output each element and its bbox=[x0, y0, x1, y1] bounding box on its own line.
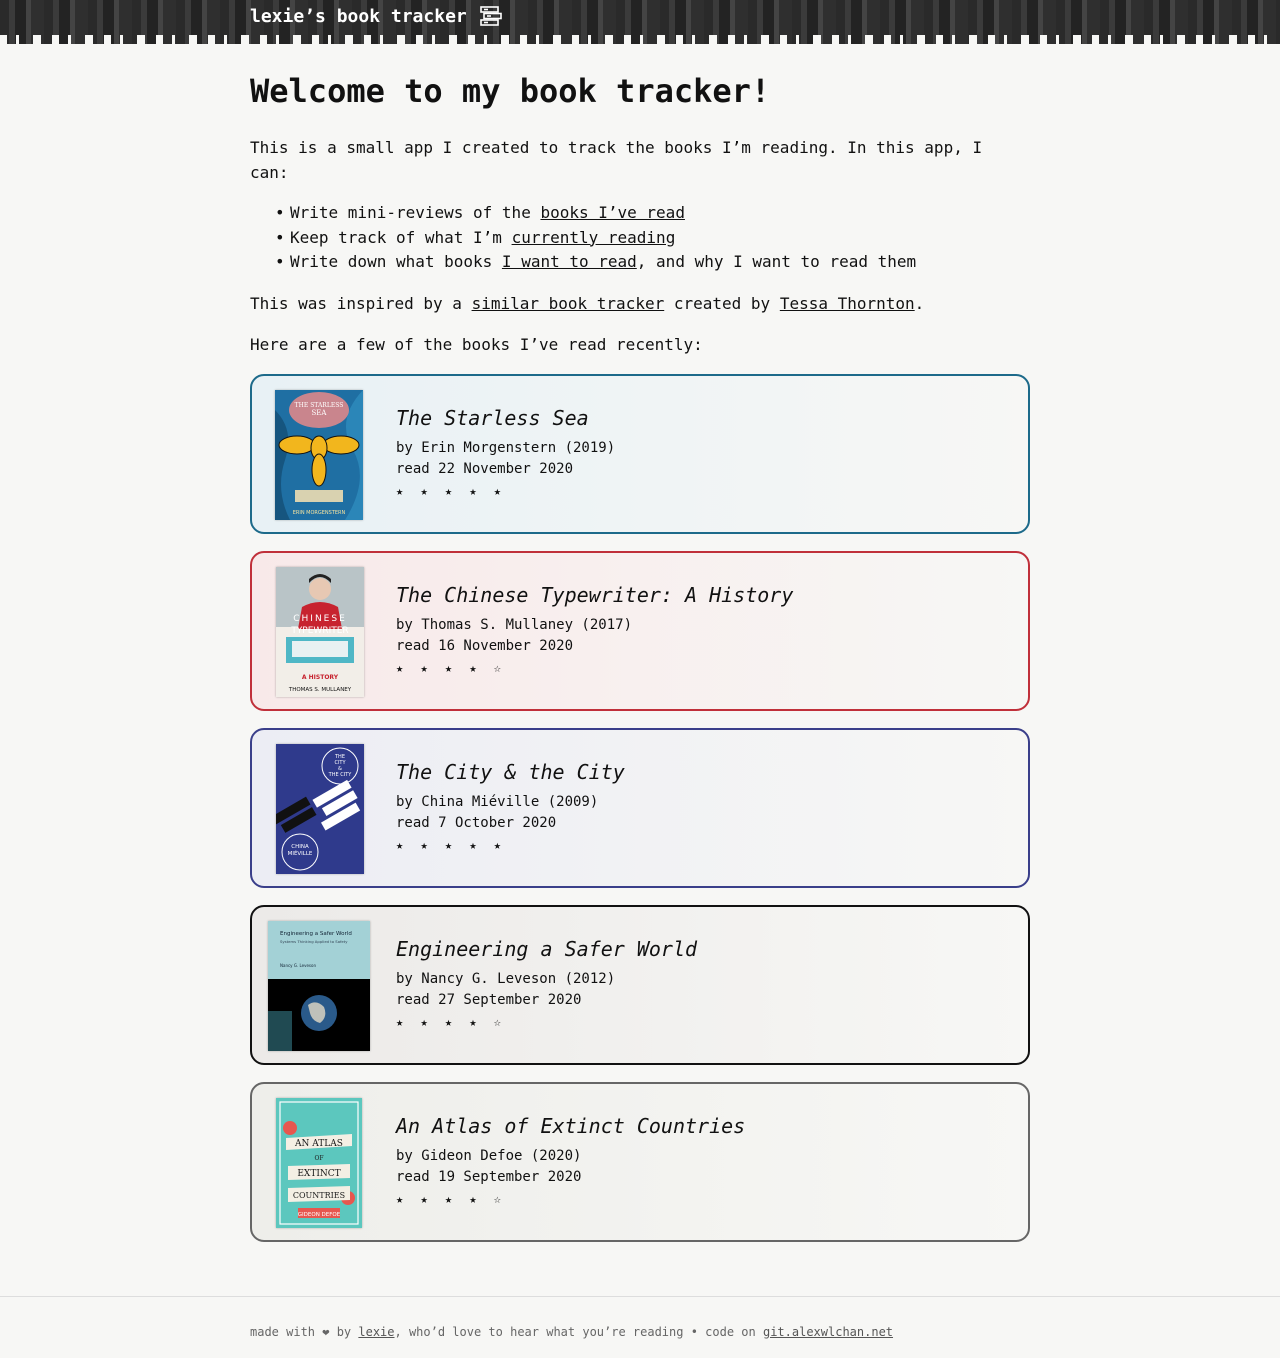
tessa-thornton-link[interactable]: Tessa Thornton bbox=[780, 294, 915, 313]
svg-text:COUNTRIES: COUNTRIES bbox=[293, 1191, 345, 1200]
book-cover-image[interactable]: THE STARLESS SEA ERIN MORGENSTERN bbox=[275, 389, 363, 520]
feature-text: Write down what books bbox=[290, 252, 502, 271]
svg-text:OF: OF bbox=[314, 1155, 323, 1162]
list-item: Write mini-reviews of the books I’ve rea… bbox=[275, 201, 1030, 226]
inspired-text-after: . bbox=[914, 293, 925, 313]
svg-text:THOMAS S. MULLANEY: THOMAS S. MULLANEY bbox=[288, 687, 352, 693]
feature-text: Write mini-reviews of the bbox=[290, 203, 541, 222]
book-card-list: THE STARLESS SEA ERIN MORGENSTERN The St… bbox=[250, 373, 1030, 1242]
page-title: Welcome to my book tracker! bbox=[250, 72, 771, 110]
book-card[interactable]: AN ATLAS OF EXTINCT COUNTRIES GIDEON DEF… bbox=[250, 1081, 1030, 1242]
site-title-link[interactable]: lexie’s book tracker bbox=[250, 6, 467, 27]
book-cover-image[interactable]: CHINESE TYPEWRITER A HISTORY THOMAS S. M… bbox=[276, 566, 364, 697]
svg-text:GIDEON DEFOE: GIDEON DEFOE bbox=[298, 1212, 341, 1218]
footer-text-before: made with ❤ by bbox=[250, 1325, 359, 1339]
book-read-date: read 16 November 2020 bbox=[396, 637, 574, 654]
svg-text:SEA: SEA bbox=[312, 409, 328, 417]
book-rating: ★ ★ ★ ★ ☆ bbox=[396, 660, 507, 675]
book-info: The Chinese Typewriter: A History by Tho… bbox=[396, 581, 793, 679]
book-title[interactable]: The City & the City bbox=[396, 758, 625, 786]
currently-reading-link[interactable]: currently reading bbox=[512, 228, 676, 247]
book-info: The Starless Sea by Erin Morgenstern (20… bbox=[396, 404, 615, 502]
book-read-date: read 27 September 2020 bbox=[396, 991, 582, 1008]
svg-text:Nancy G. Leveson: Nancy G. Leveson bbox=[280, 963, 316, 968]
list-item: Keep track of what I’m currently reading bbox=[275, 226, 1030, 251]
book-info: Engineering a Safer World by Nancy G. Le… bbox=[396, 935, 697, 1033]
svg-text:A HISTORY: A HISTORY bbox=[302, 674, 339, 681]
feature-text: Keep track of what I’m bbox=[290, 227, 512, 247]
svg-text:Systems Thinking Applied to Sa: Systems Thinking Applied to Safety bbox=[280, 939, 348, 944]
book-rating: ★ ★ ★ ★ ★ bbox=[396, 837, 507, 852]
book-rating: ★ ★ ★ ★ ☆ bbox=[396, 1014, 507, 1029]
recent-intro: Here are a few of the books I’ve read re… bbox=[250, 334, 703, 354]
book-cover-image[interactable]: THE CITY & THE CITY CHINA MIÉVILLE bbox=[276, 743, 364, 874]
book-read-date: read 7 October 2020 bbox=[396, 814, 557, 831]
svg-text:THE CITY: THE CITY bbox=[328, 772, 353, 778]
svg-text:AN ATLAS: AN ATLAS bbox=[294, 1139, 343, 1149]
book-author: by Nancy G. Leveson (2012) bbox=[396, 970, 616, 987]
books-icon bbox=[479, 6, 502, 26]
want-to-read-link[interactable]: I want to read bbox=[502, 252, 637, 271]
book-read-date: read 22 November 2020 bbox=[396, 460, 574, 477]
site-footer: made with ❤ by lexie, who’d love to hear… bbox=[0, 1296, 1280, 1358]
book-card[interactable]: THE STARLESS SEA ERIN MORGENSTERN The St… bbox=[250, 373, 1030, 534]
book-author: by Gideon Defoe (2020) bbox=[396, 1147, 582, 1164]
footer-text: made with ❤ by lexie, who’d love to hear… bbox=[250, 1325, 893, 1339]
svg-text:Engineering a Safer World: Engineering a Safer World bbox=[280, 931, 352, 937]
book-cover-image[interactable]: Engineering a Safer World Systems Thinki… bbox=[268, 920, 370, 1051]
book-info: An Atlas of Extinct Countries by Gideon … bbox=[396, 1112, 745, 1210]
book-card[interactable]: THE CITY & THE CITY CHINA MIÉVILLE The C… bbox=[250, 727, 1030, 888]
svg-text:TYPEWRITER: TYPEWRITER bbox=[290, 626, 348, 636]
intro-paragraph: This is a small app I created to track t… bbox=[250, 138, 983, 182]
book-author: by China Miéville (2009) bbox=[396, 793, 599, 810]
book-cover-image[interactable]: AN ATLAS OF EXTINCT COUNTRIES GIDEON DEF… bbox=[276, 1097, 362, 1228]
similar-tracker-link[interactable]: similar book tracker bbox=[472, 294, 665, 313]
svg-text:MIÉVILLE: MIÉVILLE bbox=[288, 849, 313, 857]
inspired-text: This was inspired by a bbox=[250, 293, 472, 313]
svg-text:CHINESE: CHINESE bbox=[293, 614, 347, 624]
svg-text:ERIN MORGENSTERN: ERIN MORGENSTERN bbox=[293, 510, 346, 516]
books-read-link[interactable]: books I’ve read bbox=[540, 203, 685, 222]
book-title[interactable]: An Atlas of Extinct Countries bbox=[396, 1112, 745, 1140]
book-card[interactable]: CHINESE TYPEWRITER A HISTORY THOMAS S. M… bbox=[250, 550, 1030, 711]
main-content: Welcome to my book tracker! This is a sm… bbox=[250, 44, 1030, 1259]
feature-list: Write mini-reviews of the books I’ve rea… bbox=[250, 201, 1030, 275]
svg-text:CHINA: CHINA bbox=[291, 844, 309, 850]
inspired-paragraph: This was inspired by a similar book trac… bbox=[250, 291, 1030, 316]
book-rating: ★ ★ ★ ★ ☆ bbox=[396, 1191, 507, 1206]
book-title[interactable]: Engineering a Safer World bbox=[396, 935, 697, 963]
svg-text:EXTINCT: EXTINCT bbox=[297, 1169, 340, 1179]
book-title[interactable]: The Starless Sea bbox=[396, 404, 615, 432]
book-read-date: read 19 September 2020 bbox=[396, 1168, 582, 1185]
book-rating: ★ ★ ★ ★ ★ bbox=[396, 483, 507, 498]
book-card[interactable]: Engineering a Safer World Systems Thinki… bbox=[250, 904, 1030, 1065]
header-inner: lexie’s book tracker bbox=[250, 5, 503, 27]
feature-text-after: , and why I want to read them bbox=[636, 252, 917, 271]
list-item: Write down what books I want to read, an… bbox=[275, 250, 1030, 275]
lexie-link[interactable]: lexie bbox=[358, 1325, 394, 1339]
book-title[interactable]: The Chinese Typewriter: A History bbox=[396, 581, 793, 609]
book-author: by Erin Morgenstern (2019) bbox=[396, 439, 616, 456]
inspired-text-middle: created by bbox=[664, 293, 780, 313]
site-header: lexie’s book tracker bbox=[0, 0, 1280, 44]
book-info: The City & the City by China Miéville (2… bbox=[396, 758, 625, 856]
git-link[interactable]: git.alexwlchan.net bbox=[763, 1325, 893, 1339]
svg-text:THE STARLESS: THE STARLESS bbox=[295, 402, 344, 409]
footer-text-middle: , who’d love to hear what you’re reading… bbox=[394, 1325, 763, 1339]
book-author: by Thomas S. Mullaney (2017) bbox=[396, 616, 633, 633]
